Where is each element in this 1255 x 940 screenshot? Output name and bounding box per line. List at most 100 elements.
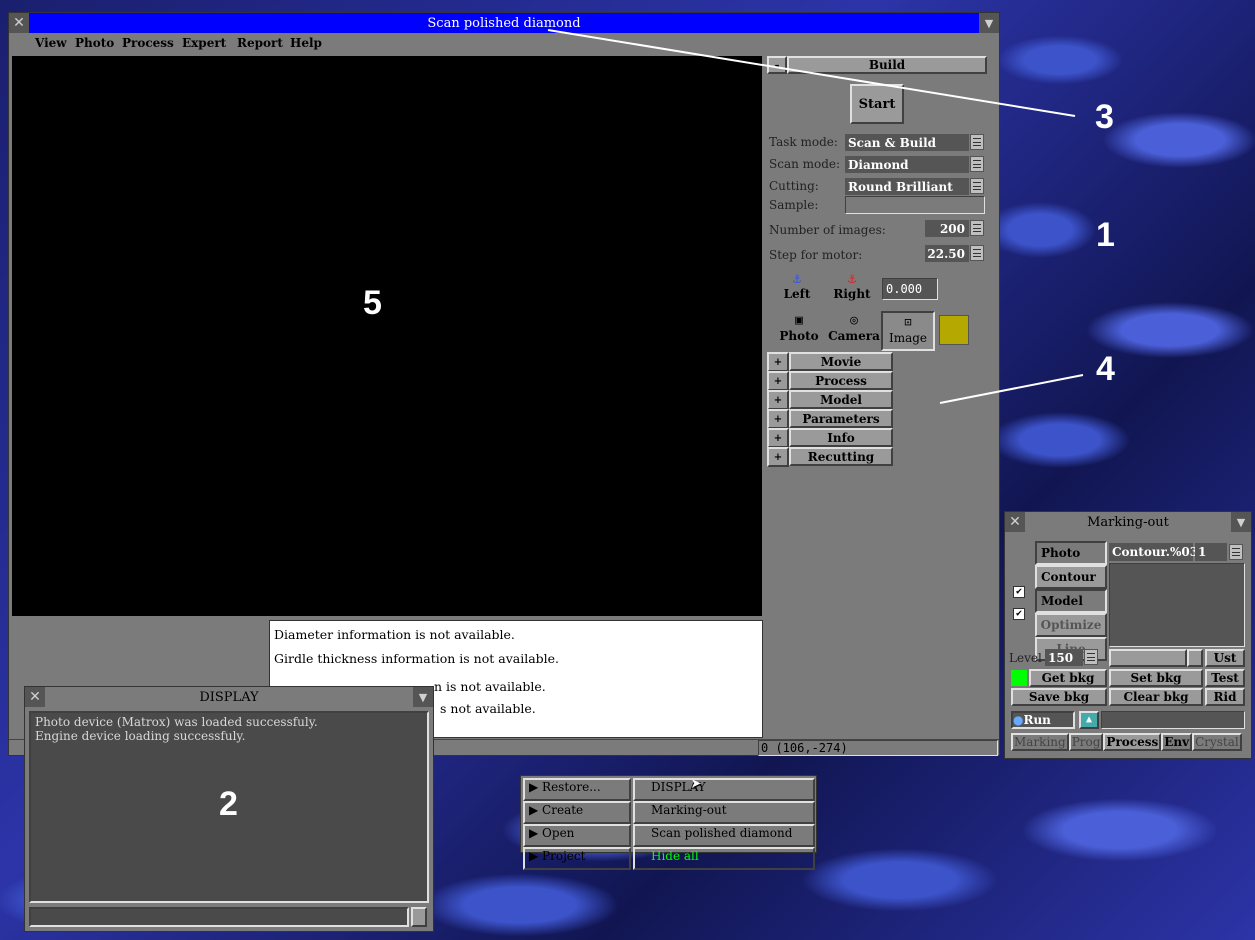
clear-bkg-button[interactable]: Clear bkg xyxy=(1109,688,1203,706)
left-motor-button[interactable]: ⚓ Left xyxy=(777,271,817,309)
image-button[interactable]: ⊡ Image xyxy=(881,311,935,351)
menu-item-label: Create xyxy=(542,803,584,817)
menu-item-restore[interactable]: ▶ Restore... xyxy=(523,778,631,801)
build-collapse-button[interactable]: - xyxy=(767,56,787,74)
menu-item-display[interactable]: DISPLAY xyxy=(633,778,815,801)
expand-button[interactable]: + xyxy=(767,409,789,429)
menu-expert[interactable]: Expert xyxy=(182,33,226,53)
layer-contour[interactable]: Contour xyxy=(1035,565,1107,589)
color-swatch[interactable] xyxy=(939,315,969,345)
task-mode-dropdown-icon[interactable] xyxy=(970,134,984,150)
level-slider-handle[interactable] xyxy=(1187,649,1203,667)
test-button[interactable]: Test xyxy=(1205,669,1245,687)
section-info[interactable]: + Info xyxy=(767,428,893,448)
cutting-select[interactable]: Round Brilliant xyxy=(845,178,969,195)
sample-label: Sample: xyxy=(769,198,819,212)
callout-4: 4 xyxy=(1096,350,1115,388)
section-movie[interactable]: + Movie xyxy=(767,352,893,372)
section-label[interactable]: Info xyxy=(789,428,893,447)
section-label[interactable]: Process xyxy=(789,371,893,390)
contour-file-select[interactable]: Contour.%03i xyxy=(1109,543,1203,561)
menu-help[interactable]: Help xyxy=(290,33,322,53)
run-button[interactable]: ● Run xyxy=(1011,711,1075,729)
menu-item-open[interactable]: ▶ Open xyxy=(523,824,631,847)
num-images-spinner-icon[interactable] xyxy=(970,220,984,236)
main-title-bar[interactable]: ✕ Scan polished diamond ▼ xyxy=(9,13,999,33)
tab-env[interactable]: Env xyxy=(1161,733,1193,751)
layer-photo[interactable]: Photo xyxy=(1035,541,1107,565)
chevron-down-icon[interactable]: ▼ xyxy=(413,687,433,707)
expand-button[interactable]: + xyxy=(767,371,789,391)
menu-view[interactable]: View xyxy=(35,33,67,53)
section-process[interactable]: + Process xyxy=(767,371,893,391)
section-model[interactable]: + Model xyxy=(767,390,893,410)
close-icon[interactable]: ✕ xyxy=(25,687,45,707)
menu-item-project[interactable]: ▶ Project xyxy=(523,847,631,870)
menu-item-hide-all[interactable]: Hide all xyxy=(633,847,815,870)
menu-report[interactable]: Report xyxy=(237,33,283,53)
tab-process[interactable]: Process xyxy=(1103,733,1162,751)
ust-button[interactable]: Ust xyxy=(1205,649,1245,667)
get-bkg-button[interactable]: Get bkg xyxy=(1029,669,1107,687)
run-progress-bar xyxy=(1101,711,1245,729)
tab-marking[interactable]: Marking xyxy=(1011,733,1069,751)
sample-input[interactable] xyxy=(845,196,985,214)
display-title-bar[interactable]: ✕ DISPLAY ▼ xyxy=(25,687,433,707)
info-line: Diameter information is not available. xyxy=(274,627,515,642)
menu-item-marking-out[interactable]: Marking-out xyxy=(633,801,815,824)
photo-label: Photo xyxy=(779,329,819,343)
chevron-down-icon[interactable]: ▼ xyxy=(1231,512,1251,532)
task-mode-select[interactable]: Scan & Build xyxy=(845,134,969,151)
layer-optimize[interactable]: Optimize xyxy=(1035,613,1107,637)
tab-crystal[interactable]: Crystal xyxy=(1192,733,1242,751)
level-input[interactable]: 150 xyxy=(1045,649,1083,666)
menu-photo[interactable]: Photo xyxy=(75,33,114,53)
section-label[interactable]: Recutting xyxy=(789,447,893,466)
section-label[interactable]: Model xyxy=(789,390,893,409)
right-motor-button[interactable]: ⚓ Right xyxy=(831,271,873,309)
model-checkbox-box[interactable]: ✔ xyxy=(1013,608,1025,620)
image-label: Image xyxy=(888,331,928,345)
expand-button[interactable]: + xyxy=(767,390,789,410)
cutting-dropdown-icon[interactable] xyxy=(970,178,984,194)
close-icon[interactable]: ✕ xyxy=(1005,512,1025,532)
close-icon[interactable]: ✕ xyxy=(9,13,29,33)
level-spinner-icon[interactable] xyxy=(1084,649,1098,665)
section-recutting[interactable]: + Recutting xyxy=(767,447,893,467)
section-label[interactable]: Movie xyxy=(789,352,893,371)
expand-button[interactable]: + xyxy=(767,352,789,372)
upload-icon[interactable]: ▲ xyxy=(1079,711,1099,729)
save-bkg-button[interactable]: Save bkg xyxy=(1011,688,1107,706)
contour-list[interactable] xyxy=(1109,563,1245,647)
contour-dropdown-icon[interactable] xyxy=(1229,544,1243,560)
marking-title-bar[interactable]: ✕ Marking-out ▼ xyxy=(1005,512,1251,532)
rid-button[interactable]: Rid xyxy=(1205,688,1245,706)
menu-process[interactable]: Process xyxy=(122,33,174,53)
image-viewport[interactable] xyxy=(12,56,762,616)
set-bkg-button[interactable]: Set bkg xyxy=(1109,669,1203,687)
section-parameters[interactable]: + Parameters xyxy=(767,409,893,429)
scan-mode-select[interactable]: Diamond xyxy=(845,156,969,173)
scan-mode-dropdown-icon[interactable] xyxy=(970,156,984,172)
camera-button[interactable]: ◎ Camera xyxy=(827,313,881,351)
expand-button[interactable]: + xyxy=(767,447,789,467)
chevron-down-icon[interactable]: ▼ xyxy=(979,13,999,33)
display-scroll-handle[interactable] xyxy=(411,907,427,927)
expand-button[interactable]: + xyxy=(767,428,789,448)
level-slider[interactable] xyxy=(1109,649,1187,667)
photo-checkbox[interactable]: ✔ xyxy=(1013,586,1025,598)
photo-button[interactable]: ▣ Photo xyxy=(775,313,823,351)
menu-item-create[interactable]: ▶ Create xyxy=(523,801,631,824)
contour-number-input[interactable]: 1 xyxy=(1195,543,1227,561)
num-images-input[interactable]: 200 xyxy=(925,220,969,237)
step-motor-spinner-icon[interactable] xyxy=(970,245,984,261)
tab-prog[interactable]: Prog xyxy=(1068,733,1104,751)
start-button[interactable]: Start xyxy=(850,84,904,124)
menu-item-label: Open xyxy=(542,826,575,840)
section-label[interactable]: Parameters xyxy=(789,409,893,428)
step-motor-input[interactable]: 22.50 xyxy=(925,245,969,262)
menu-item-scan-polished[interactable]: Scan polished diamond xyxy=(633,824,815,847)
build-section-header[interactable]: Build xyxy=(787,56,987,74)
display-command-input[interactable] xyxy=(29,907,409,927)
layer-model[interactable]: Model xyxy=(1035,589,1107,613)
